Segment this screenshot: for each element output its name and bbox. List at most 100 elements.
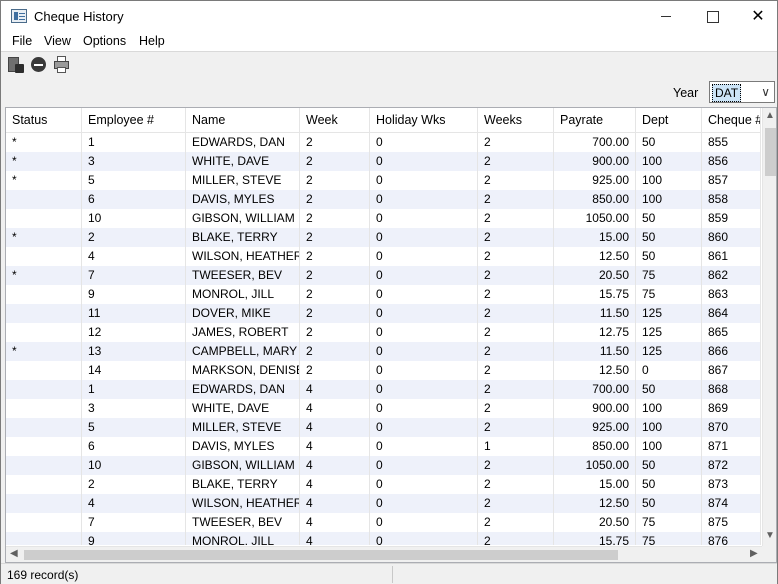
cell-week: 2 — [300, 304, 370, 323]
table-row[interactable]: 4 WILSON, HEATHER 4 0 2 12.50 50 874 — [6, 494, 761, 513]
horizontal-scroll-thumb[interactable] — [24, 550, 618, 560]
column-header-payrate[interactable]: Payrate — [554, 108, 636, 133]
cell-weeks: 2 — [478, 266, 554, 285]
column-header-holiday-wks[interactable]: Holiday Wks — [370, 108, 478, 133]
scroll-up-icon[interactable]: ▲ — [765, 110, 775, 121]
cell-cheque: 867 — [702, 361, 761, 380]
cell-employee: 3 — [82, 399, 186, 418]
column-header-dept[interactable]: Dept — [636, 108, 702, 133]
cell-dept: 100 — [636, 437, 702, 456]
menu-file[interactable]: File — [12, 34, 32, 48]
table-row[interactable]: 6 DAVIS, MYLES 2 0 2 850.00 100 858 — [6, 190, 761, 209]
cell-employee: 7 — [82, 513, 186, 532]
cell-holiday-wks: 0 — [370, 513, 478, 532]
year-dropdown-value: DAT — [712, 84, 742, 102]
table-row[interactable]: 7 TWEESER, BEV 4 0 2 20.50 75 875 — [6, 513, 761, 532]
cell-cheque: 861 — [702, 247, 761, 266]
table-row[interactable]: 6 DAVIS, MYLES 4 0 1 850.00 100 871 — [6, 437, 761, 456]
cell-cheque: 869 — [702, 399, 761, 418]
cell-employee: 11 — [82, 304, 186, 323]
cell-week: 2 — [300, 266, 370, 285]
cell-cheque: 866 — [702, 342, 761, 361]
cell-employee: 13 — [82, 342, 186, 361]
scroll-right-icon[interactable]: ▶ — [750, 548, 758, 559]
column-header-employee[interactable]: Employee # — [82, 108, 186, 133]
cell-week: 2 — [300, 361, 370, 380]
column-header-cheque[interactable]: Cheque # — [702, 108, 761, 133]
table-row[interactable]: 10 GIBSON, WILLIAM 4 0 2 1050.00 50 872 — [6, 456, 761, 475]
table-row[interactable]: 5 MILLER, STEVE 4 0 2 925.00 100 870 — [6, 418, 761, 437]
cell-dept: 100 — [636, 152, 702, 171]
year-dropdown[interactable]: DAT ∨ — [709, 81, 775, 103]
table-row[interactable]: 4 WILSON, HEATHER 2 0 2 12.50 50 861 — [6, 247, 761, 266]
table-row[interactable]: 12 JAMES, ROBERT 2 0 2 12.75 125 865 — [6, 323, 761, 342]
cell-cheque: 860 — [702, 228, 761, 247]
vertical-scroll-thumb[interactable] — [765, 128, 776, 176]
cell-week: 4 — [300, 437, 370, 456]
cell-name: GIBSON, WILLIAM — [186, 209, 300, 228]
year-label: Year — [673, 86, 699, 100]
table-row[interactable]: 9 MONROL, JILL 2 0 2 15.75 75 863 — [6, 285, 761, 304]
minimize-button[interactable] — [643, 1, 689, 32]
cell-employee: 1 — [82, 133, 186, 152]
save-icon[interactable] — [7, 56, 25, 74]
cell-cheque: 872 — [702, 456, 761, 475]
table-row[interactable]: * 1 EDWARDS, DAN 2 0 2 700.00 50 855 — [6, 133, 761, 152]
table-row[interactable]: 11 DOVER, MIKE 2 0 2 11.50 125 864 — [6, 304, 761, 323]
cell-weeks: 2 — [478, 247, 554, 266]
cell-dept: 50 — [636, 456, 702, 475]
menu-options-label: Options — [83, 34, 127, 48]
scroll-left-icon[interactable]: ◀ — [10, 548, 18, 559]
table-row[interactable]: 1 EDWARDS, DAN 4 0 2 700.00 50 868 — [6, 380, 761, 399]
print-icon[interactable] — [53, 56, 71, 74]
column-header-week[interactable]: Week — [300, 108, 370, 133]
table-row[interactable]: * 5 MILLER, STEVE 2 0 2 925.00 100 857 — [6, 171, 761, 190]
cell-payrate: 700.00 — [554, 380, 636, 399]
cell-status — [6, 209, 82, 228]
cell-name: GIBSON, WILLIAM — [186, 456, 300, 475]
table-row[interactable]: 3 WHITE, DAVE 4 0 2 900.00 100 869 — [6, 399, 761, 418]
close-button[interactable]: ✕ — [735, 1, 778, 32]
cell-dept: 75 — [636, 513, 702, 532]
menu-options[interactable]: Options — [83, 34, 126, 48]
maximize-button[interactable] — [689, 1, 735, 32]
app-icon — [11, 9, 27, 23]
horizontal-scrollbar[interactable]: ◀ ▶ — [6, 546, 762, 562]
scroll-down-icon[interactable]: ▼ — [765, 530, 775, 541]
cheque-history-window: Cheque History ✕ File View Options Help … — [0, 0, 778, 584]
cell-holiday-wks: 0 — [370, 304, 478, 323]
table-row[interactable]: * 13 CAMPBELL, MARY 2 0 2 11.50 125 866 — [6, 342, 761, 361]
status-bar: 169 record(s) — [1, 563, 777, 584]
column-header-name[interactable]: Name — [186, 108, 300, 133]
menu-view[interactable]: View — [44, 34, 71, 48]
cell-weeks: 2 — [478, 380, 554, 399]
chevron-down-icon: ∨ — [761, 85, 770, 99]
cell-payrate: 12.50 — [554, 494, 636, 513]
cell-dept: 75 — [636, 532, 702, 545]
cell-holiday-wks: 0 — [370, 209, 478, 228]
stop-icon[interactable] — [30, 56, 48, 74]
cell-name: EDWARDS, DAN — [186, 380, 300, 399]
status-divider — [392, 566, 393, 583]
vertical-scrollbar[interactable]: ▲ ▼ — [762, 108, 776, 546]
column-header-weeks[interactable]: Weeks — [478, 108, 554, 133]
cell-name: MONROL, JILL — [186, 285, 300, 304]
table-row[interactable]: 2 BLAKE, TERRY 4 0 2 15.00 50 873 — [6, 475, 761, 494]
cell-dept: 75 — [636, 285, 702, 304]
table-row[interactable]: 14 MARKSON, DENISE 2 0 2 12.50 0 867 — [6, 361, 761, 380]
table-row[interactable]: * 7 TWEESER, BEV 2 0 2 20.50 75 862 — [6, 266, 761, 285]
cell-name: WHITE, DAVE — [186, 399, 300, 418]
cell-week: 2 — [300, 152, 370, 171]
column-header-status[interactable]: Status — [6, 108, 82, 133]
table-row[interactable]: 9 MONROL, JILL 4 0 2 15.75 75 876 — [6, 532, 761, 545]
menu-help[interactable]: Help — [139, 34, 165, 48]
table-row[interactable]: * 2 BLAKE, TERRY 2 0 2 15.00 50 860 — [6, 228, 761, 247]
cell-weeks: 2 — [478, 285, 554, 304]
cell-payrate: 925.00 — [554, 171, 636, 190]
table-row[interactable]: 10 GIBSON, WILLIAM 2 0 2 1050.00 50 859 — [6, 209, 761, 228]
menu-bar: File View Options Help — [1, 32, 777, 52]
table-row[interactable]: * 3 WHITE, DAVE 2 0 2 900.00 100 856 — [6, 152, 761, 171]
record-count: 169 record(s) — [7, 568, 79, 582]
cell-employee: 5 — [82, 418, 186, 437]
cell-holiday-wks: 0 — [370, 190, 478, 209]
